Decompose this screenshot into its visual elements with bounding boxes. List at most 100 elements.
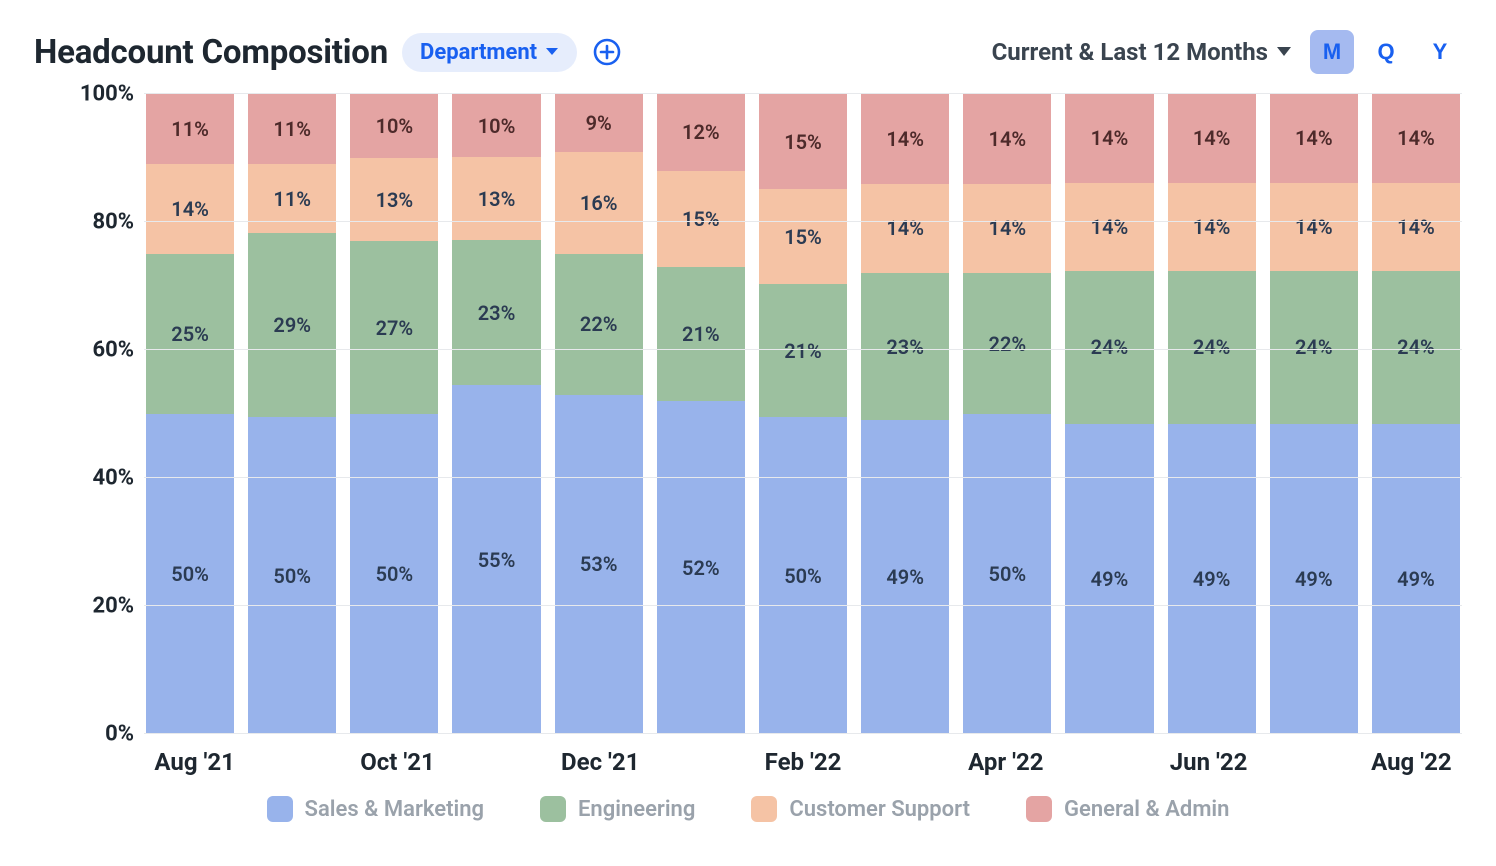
bar-segment-customer-support: 14% <box>1065 183 1153 272</box>
gridline <box>144 477 1462 478</box>
filter-dropdown-department[interactable]: Department <box>402 33 577 72</box>
gridline <box>144 605 1462 606</box>
bar-column[interactable]: 11%14%25%50% <box>146 94 234 734</box>
x-tick: Apr '22 <box>955 748 1056 776</box>
bar-segment-customer-support: 16% <box>555 152 643 254</box>
bar-segment-sales-marketing: 49% <box>1065 424 1153 735</box>
bar-column[interactable]: 10%13%23%55% <box>452 94 540 734</box>
bar-segment-sales-marketing: 49% <box>1270 424 1358 735</box>
bar-column[interactable]: 11%11%29%50% <box>248 94 336 734</box>
bar-column[interactable]: 12%15%21%52% <box>657 94 745 734</box>
legend-item-cs[interactable]: Customer Support <box>751 796 970 822</box>
bar-segment-engineering: 23% <box>452 240 540 386</box>
bar-segment-sales-marketing: 50% <box>146 414 234 734</box>
granularity-option-m[interactable]: M <box>1310 30 1354 74</box>
time-range-label: Current & Last 12 Months <box>992 38 1268 66</box>
gridline <box>144 221 1462 222</box>
legend-swatch <box>1026 796 1052 822</box>
bar-segment-engineering: 27% <box>350 241 438 414</box>
time-range-dropdown[interactable]: Current & Last 12 Months <box>992 38 1292 66</box>
legend-swatch <box>751 796 777 822</box>
legend-label: General & Admin <box>1064 797 1229 822</box>
legend-label: Sales & Marketing <box>305 797 484 822</box>
bar-segment-general-admin: 11% <box>146 94 234 164</box>
granularity-option-y[interactable]: Y <box>1418 30 1462 74</box>
bar-segment-sales-marketing: 52% <box>657 401 745 734</box>
legend: Sales & Marketing Engineering Customer Sup… <box>34 796 1462 822</box>
bar-segment-customer-support: 15% <box>759 189 847 284</box>
legend-item-ga[interactable]: General & Admin <box>1026 796 1229 822</box>
bar-segment-general-admin: 14% <box>1270 94 1358 183</box>
x-tick: Aug '21 <box>144 748 245 776</box>
bar-column[interactable]: 14%14%24%49% <box>1065 94 1153 734</box>
bar-segment-customer-support: 13% <box>452 157 540 239</box>
bar-segment-engineering: 22% <box>555 254 643 395</box>
bar-segment-sales-marketing: 49% <box>861 420 949 734</box>
x-tick: Feb '22 <box>752 748 853 776</box>
y-tick: 80% <box>92 210 134 235</box>
x-tick <box>1259 748 1360 776</box>
bar-segment-customer-support: 14% <box>861 184 949 274</box>
bar-segment-engineering: 24% <box>1168 271 1256 423</box>
bar-segment-general-admin: 14% <box>1065 94 1153 183</box>
gridline <box>144 93 1462 94</box>
bar-segment-general-admin: 9% <box>555 94 643 152</box>
legend-item-eng[interactable]: Engineering <box>540 796 695 822</box>
bar-segment-customer-support: 14% <box>146 164 234 254</box>
bar-segment-general-admin: 12% <box>657 94 745 171</box>
bar-segment-customer-support: 13% <box>350 158 438 241</box>
legend-label: Engineering <box>578 797 695 822</box>
bar-segment-general-admin: 10% <box>452 94 540 157</box>
page-title: Headcount Composition <box>34 33 388 72</box>
bar-segment-general-admin: 11% <box>248 94 336 164</box>
add-filter-button[interactable] <box>591 36 623 68</box>
bar-segment-engineering: 24% <box>1270 271 1358 423</box>
legend-swatch <box>540 796 566 822</box>
y-tick: 0% <box>105 722 134 747</box>
y-tick: 40% <box>92 466 134 491</box>
x-tick <box>1057 748 1158 776</box>
x-tick: Aug '22 <box>1361 748 1462 776</box>
bar-column[interactable]: 14%14%24%49% <box>1270 94 1358 734</box>
bar-column[interactable]: 14%14%24%49% <box>1372 94 1460 734</box>
bar-segment-engineering: 29% <box>248 233 336 417</box>
plus-circle-icon <box>593 38 621 66</box>
bar-segment-general-admin: 14% <box>1168 94 1256 183</box>
legend-label: Customer Support <box>789 797 970 822</box>
bar-column[interactable]: 14%14%24%49% <box>1168 94 1256 734</box>
caret-down-icon <box>1276 46 1292 58</box>
legend-swatch <box>267 796 293 822</box>
headcount-chart: 0%20%40%60%80%100% 11%14%25%50%11%11%29%… <box>34 94 1462 734</box>
bar-segment-general-admin: 14% <box>963 94 1051 184</box>
y-tick: 100% <box>80 82 134 107</box>
bar-segment-sales-marketing: 49% <box>1168 424 1256 735</box>
bar-segment-customer-support: 11% <box>248 164 336 234</box>
x-tick: Oct '21 <box>347 748 448 776</box>
bar-column[interactable]: 10%13%27%50% <box>350 94 438 734</box>
x-axis: Aug '21Oct '21Dec '21Feb '22Apr '22Jun '… <box>144 748 1462 776</box>
x-tick <box>448 748 549 776</box>
bar-segment-customer-support: 14% <box>1168 183 1256 272</box>
bar-segment-customer-support: 14% <box>963 184 1051 274</box>
bar-segment-engineering: 23% <box>861 273 949 420</box>
bar-segment-engineering: 25% <box>146 254 234 414</box>
bar-column[interactable]: 14%14%23%49% <box>861 94 949 734</box>
bar-segment-engineering: 24% <box>1372 271 1460 423</box>
legend-item-sales[interactable]: Sales & Marketing <box>267 796 484 822</box>
bar-segment-general-admin: 14% <box>1372 94 1460 183</box>
bar-segment-sales-marketing: 55% <box>452 385 540 734</box>
bar-segment-sales-marketing: 50% <box>963 414 1051 734</box>
gridline <box>144 733 1462 734</box>
granularity-segmented: MQY <box>1310 30 1462 74</box>
filter-dropdown-label: Department <box>420 40 537 65</box>
granularity-option-q[interactable]: Q <box>1364 30 1408 74</box>
bar-column[interactable]: 9%16%22%53% <box>555 94 643 734</box>
x-tick <box>854 748 955 776</box>
x-tick <box>651 748 752 776</box>
bar-column[interactable]: 15%15%21%50% <box>759 94 847 734</box>
y-axis: 0%20%40%60%80%100% <box>34 94 144 734</box>
bar-segment-engineering: 22% <box>963 273 1051 414</box>
y-tick: 20% <box>92 594 134 619</box>
bar-segment-customer-support: 14% <box>1270 183 1358 272</box>
bar-column[interactable]: 14%14%22%50% <box>963 94 1051 734</box>
